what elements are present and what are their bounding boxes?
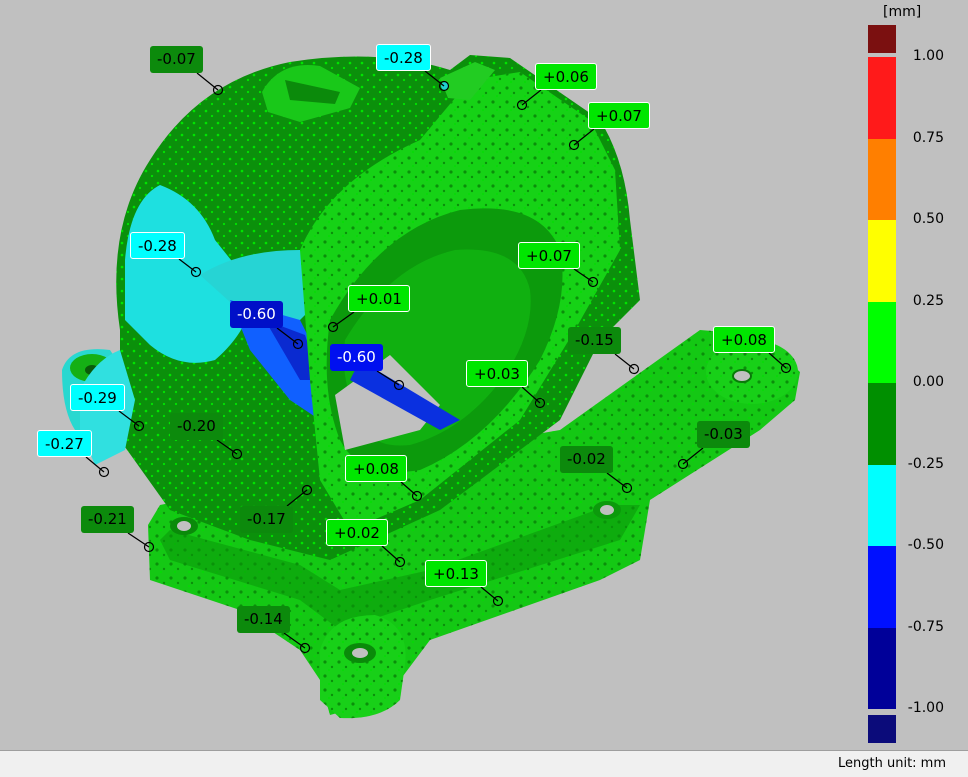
annotation-label[interactable]: -0.14: [237, 606, 290, 633]
annotation-label[interactable]: +0.08: [713, 326, 775, 353]
annotation-label[interactable]: -0.60: [230, 301, 283, 328]
annotation-label[interactable]: +0.07: [588, 102, 650, 129]
legend-band-swatch: [868, 627, 896, 709]
annotation-label[interactable]: -0.28: [376, 44, 431, 71]
length-unit-status: Length unit: mm: [838, 756, 946, 771]
legend-band-swatch: [868, 464, 896, 546]
legend-unit-label: [mm]: [883, 4, 922, 20]
status-bar: Length unit: mm: [0, 750, 968, 777]
annotation-leader-line: [127, 532, 150, 548]
annotation-label[interactable]: +0.01: [348, 285, 410, 312]
annotation-label[interactable]: +0.07: [518, 242, 580, 269]
annotation-leader-line: [614, 353, 635, 370]
legend-band-swatch: [868, 220, 896, 302]
annotation-label[interactable]: -0.28: [130, 232, 185, 259]
annotation-label[interactable]: -0.60: [330, 344, 383, 371]
legend-tick-label: -0.25: [907, 455, 944, 472]
legend-tick-label: 0.75: [912, 129, 944, 146]
annotation-label[interactable]: -0.02: [560, 446, 613, 473]
legend-band-swatch: [868, 57, 896, 139]
legend-tick-label: -1.00: [907, 700, 944, 716]
legend-tick-label: -0.50: [907, 537, 944, 553]
annotation-label[interactable]: +0.13: [425, 560, 487, 587]
legend-band-swatch: [868, 546, 896, 628]
annotation-label[interactable]: +0.03: [466, 360, 528, 387]
legend-tick-label: 0.25: [912, 292, 944, 309]
legend-tick-label: 0.50: [912, 211, 944, 227]
legend-band-swatch: [868, 138, 896, 220]
legend-tick-label: -0.75: [907, 618, 944, 635]
3d-viewport[interactable]: -0.07 -0.28 +0.06 +0.07 -0.28 +0.07 +0.0…: [0, 0, 850, 750]
legend-tick-label: 1.00: [912, 48, 944, 64]
annotation-label[interactable]: +0.02: [326, 519, 388, 546]
legend-over-range-swatch: [868, 25, 896, 53]
annotation-label[interactable]: +0.06: [535, 63, 597, 90]
legend-band-swatch: [868, 383, 896, 465]
annotation-label[interactable]: -0.27: [37, 430, 92, 457]
annotation-label[interactable]: -0.03: [697, 421, 750, 448]
annotation-label[interactable]: -0.29: [70, 384, 125, 411]
annotation-label[interactable]: +0.08: [345, 455, 407, 482]
annotation-label[interactable]: -0.17: [240, 506, 293, 533]
annotation-label[interactable]: -0.21: [81, 506, 134, 533]
deviation-color-map-model[interactable]: [0, 0, 850, 750]
annotation-label[interactable]: -0.20: [170, 413, 223, 440]
legend-band-swatch: [868, 301, 896, 383]
annotation-label[interactable]: -0.15: [568, 327, 621, 354]
legend-tick-label: 0.00: [912, 374, 944, 390]
annotation-label[interactable]: -0.07: [150, 46, 203, 73]
legend-under-range-swatch: [868, 715, 896, 743]
